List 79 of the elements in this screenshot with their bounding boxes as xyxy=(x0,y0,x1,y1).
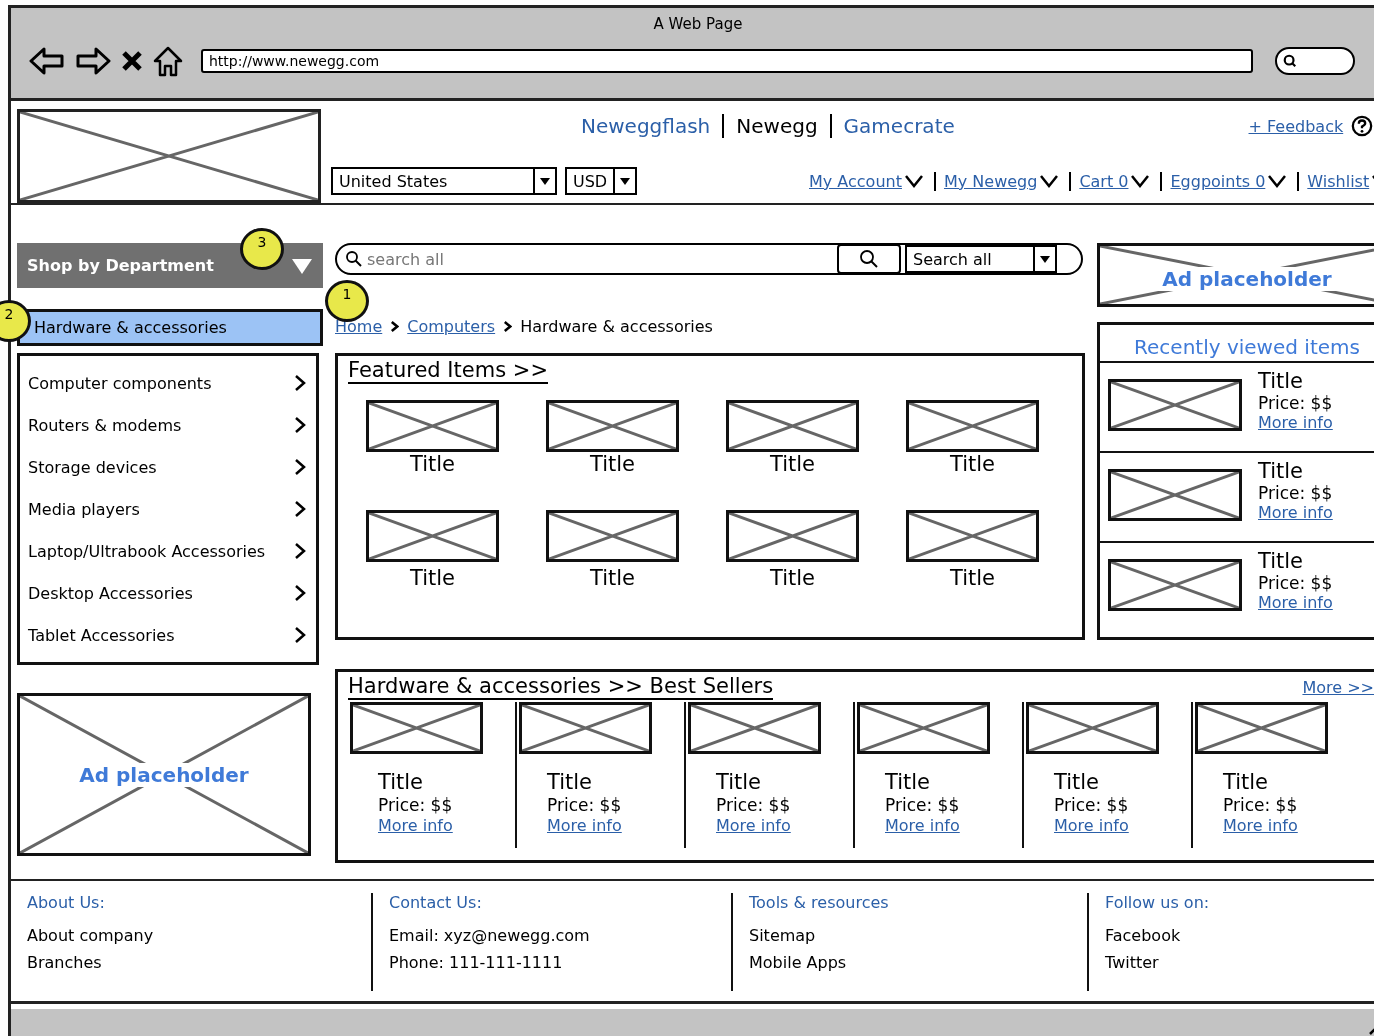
annotation-marker: 2 xyxy=(0,300,31,342)
currency-dropdown[interactable]: USD xyxy=(565,167,637,195)
product-price: Price: $$ xyxy=(1258,393,1333,413)
more-info-link[interactable]: More info xyxy=(1258,593,1333,612)
section-title[interactable]: Hardware & accessories >> Best Sellers xyxy=(348,674,774,700)
product-title: Title xyxy=(950,452,995,476)
account-link[interactable]: Eggpoints 0 xyxy=(1170,171,1266,191)
category-item[interactable]: Desktop Accessories xyxy=(28,583,193,603)
product-title: Title xyxy=(716,770,762,796)
footer-text: Facebook xyxy=(1105,926,1182,945)
product-price: Price: $$ xyxy=(1258,483,1333,503)
more-info-link[interactable]: More info xyxy=(547,815,684,835)
more-info-link[interactable]: More info xyxy=(1054,815,1191,835)
account-link[interactable]: Cart 0 xyxy=(1079,171,1129,191)
site-link[interactable]: Gamecrate xyxy=(829,114,967,138)
window-title: A Web Page xyxy=(652,14,744,33)
footer-text: About company xyxy=(27,926,155,945)
more-link[interactable]: More >> xyxy=(1302,677,1374,697)
footer-heading: Contact Us: xyxy=(389,893,483,912)
more-info-link[interactable]: More info xyxy=(1223,815,1362,835)
site-link[interactable]: Neweggflash xyxy=(569,114,723,138)
category-item[interactable]: Storage devices xyxy=(28,457,157,477)
feedback-link[interactable]: + Feedback xyxy=(1248,116,1344,136)
product-title: Title xyxy=(1054,770,1100,796)
product-title: Title xyxy=(1258,369,1304,393)
search-scope-dropdown[interactable]: Search all xyxy=(905,245,1057,273)
product-title: Title xyxy=(1258,549,1304,573)
footer-text: Twitter xyxy=(1105,953,1160,972)
more-info-link[interactable]: More info xyxy=(885,815,1022,835)
ad-label: Ad placeholder xyxy=(1158,267,1336,291)
footer-text: Phone: 111-111-1111 xyxy=(389,953,564,972)
category-item[interactable]: Computer components xyxy=(28,373,212,393)
product-title: Title xyxy=(770,566,815,590)
product-price: Price: $$ xyxy=(1054,795,1130,816)
product-title: Title xyxy=(1223,770,1269,796)
section-title[interactable]: Featured Items >> xyxy=(348,358,548,384)
account-link[interactable]: My Account xyxy=(809,171,902,191)
product-price: Price: $$ xyxy=(885,795,961,816)
product-title: Title xyxy=(410,452,455,476)
product-price: Price: $$ xyxy=(378,795,454,816)
search-field[interactable]: search all Search all xyxy=(335,243,1083,275)
category-item[interactable]: Media players xyxy=(28,499,140,519)
account-link[interactable]: My Newegg xyxy=(943,171,1038,191)
site-link[interactable]: Newegg xyxy=(722,114,830,138)
footer-heading: About Us: xyxy=(27,893,106,912)
product-title: Title xyxy=(885,770,931,796)
product-price: Price: $$ xyxy=(1258,573,1333,593)
product-title: Title xyxy=(950,566,995,590)
product-price: Price: $$ xyxy=(1223,795,1299,816)
more-info-link[interactable]: More info xyxy=(1258,413,1333,432)
account-link[interactable]: Wishlist xyxy=(1307,171,1370,191)
footer-text: Branches xyxy=(27,953,103,972)
more-info-link[interactable]: More info xyxy=(1258,503,1333,522)
product-title: Title xyxy=(1258,459,1304,483)
breadcrumb-current: Hardware & accessories xyxy=(520,316,713,336)
url-field[interactable]: http://www.newegg.com xyxy=(201,49,1253,73)
footer-heading: Follow us on: xyxy=(1105,893,1211,912)
product-title: Title xyxy=(590,452,635,476)
product-title: Title xyxy=(770,452,815,476)
category-item[interactable]: Laptop/Ultrabook Accessories xyxy=(28,541,266,561)
country-dropdown[interactable]: United States xyxy=(331,167,557,195)
product-title: Title xyxy=(547,770,593,796)
product-price: Price: $$ xyxy=(547,795,623,816)
product-title: Title xyxy=(378,770,424,796)
panel-title: Recently viewed items xyxy=(1100,325,1374,363)
footer-heading: Tools & resources xyxy=(749,893,890,912)
product-price: Price: $$ xyxy=(716,795,792,816)
footer-text: Email: xyz@newegg.com xyxy=(389,926,591,945)
category-item[interactable]: Tablet Accessories xyxy=(28,625,175,645)
annotation-marker: 3 xyxy=(240,228,284,270)
footer-text: Sitemap xyxy=(749,926,817,945)
footer-text: Mobile Apps xyxy=(749,953,848,972)
more-info-link[interactable]: More info xyxy=(378,815,515,835)
category-item[interactable]: Routers & modems xyxy=(28,415,182,435)
breadcrumb-link[interactable]: Computers xyxy=(407,316,496,336)
more-info-link[interactable]: More info xyxy=(716,815,853,835)
product-title: Title xyxy=(590,566,635,590)
product-title: Title xyxy=(410,566,455,590)
category-item[interactable]: Hardware & accessories xyxy=(17,309,323,346)
